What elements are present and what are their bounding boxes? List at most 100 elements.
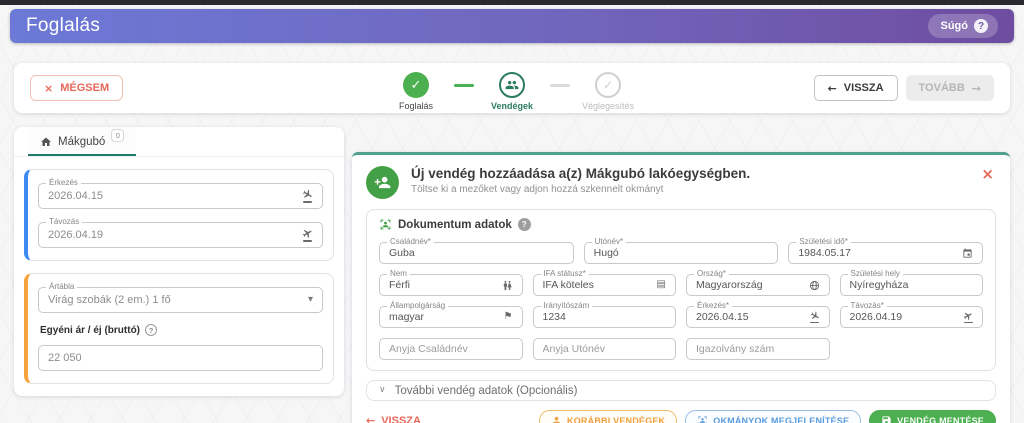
document-scan-icon [379,218,392,231]
field-label: Ország* [694,270,729,278]
check-icon: ✓ [411,79,422,92]
show-documents-button[interactable]: OKMÁNYOK MEGJELENÍTÉSE [685,410,861,423]
price-table-value[interactable] [48,294,303,306]
flight-takeoff-icon [302,228,313,242]
field-label: Állampolgárság [387,302,448,310]
step-vendegek[interactable]: Vendégek [474,72,550,111]
arrival-input[interactable] [48,190,297,202]
help-button[interactable]: Súgó ? [928,14,999,38]
next-button-label: TOVÁBB [919,82,965,94]
gender-field[interactable]: Nem [379,274,523,296]
zip-field: Irányítószám [533,306,677,328]
unit-panel: Mákgubó 0 Érkezés Távozás [14,127,344,396]
custom-price-field [38,345,323,371]
field-label: Születési hely [848,270,903,278]
check-icon: ✓ [603,79,613,91]
guest-panel-title: Új vendég hozzáadása a(z) Mákgubó lakóeg… [411,166,750,181]
departure-field-label: Távozás [46,218,82,226]
close-guest-panel-button[interactable]: × [981,167,994,182]
show-documents-label: OKMÁNYOK MEGJELENÍTÉSE [713,416,849,423]
nationality-input[interactable] [389,311,499,323]
departure-input[interactable] [48,229,297,241]
zip-input[interactable] [543,311,667,323]
field-label: Utónév* [592,238,626,246]
arrow-right-icon: → [972,83,981,94]
empty-cell [840,338,984,360]
given-name-field: Utónév* [584,242,779,264]
stepper-bar: × MÉGSEM ✓ Foglalás Vendégek ✓ Véglegesí… [14,63,1010,113]
country-field[interactable]: Ország* [686,274,830,296]
family-name-input[interactable] [389,247,564,259]
custom-price-input[interactable] [48,352,313,364]
step-veglegesites: ✓ Véglegesítés [570,72,646,111]
mother-given-name-field [533,338,677,360]
guest-departure-input[interactable] [850,311,959,323]
gender-input[interactable] [389,279,497,291]
document-number-input[interactable] [696,343,820,355]
next-button[interactable]: TOVÁBB → [906,75,994,101]
help-icon[interactable]: ? [518,218,531,231]
birth-date-field: Születési idő* [788,242,983,264]
wc-icon [502,280,513,291]
tab-makgubo[interactable]: Mákgubó 0 [28,127,136,156]
guest-panel-footer: ← VISSZA KORÁBBI VENDÉGEK OKMÁNYOK MEGJE… [366,410,996,423]
custom-price-label: Egyéni ár / éj (bruttó) [40,325,140,336]
step-foglalas[interactable]: ✓ Foglalás [378,72,454,111]
guest-panel-header: Új vendég hozzáadása a(z) Mákgubó lakóeg… [366,166,996,199]
save-guest-button[interactable]: VENDÉG MENTÉSE [869,410,996,423]
mother-family-name-input[interactable] [389,343,513,355]
document-row-3: Állampolgárság ⚑ Irányítószám Érkezés* [379,306,983,328]
field-label: Születési idő* [796,238,850,246]
ifa-status-input[interactable] [543,279,652,291]
ifa-status-field[interactable]: IFA státusz* ▤ [533,274,677,296]
birth-place-field: Születési hely [840,274,984,296]
mother-given-name-input[interactable] [543,343,667,355]
close-icon: × [44,83,53,94]
more-guest-data-label: További vendég adatok (Opcionális) [395,385,578,397]
cancel-button[interactable]: × MÉGSEM [30,75,123,101]
chevron-down-icon: ▾ [308,295,313,305]
back-button[interactable]: ← VISSZA [814,75,898,101]
birth-date-input[interactable] [798,247,957,259]
mother-family-name-field [379,338,523,360]
guest-panel-subtitle: Töltse ki a mezőket vagy adjon hozzá szk… [411,184,750,195]
field-label: Érkezés* [694,302,732,310]
calendar-icon[interactable] [962,248,973,259]
document-row-1: Családnév* Utónév* Születési idő* [379,242,983,264]
guest-arrival-field: Érkezés* [686,306,830,328]
document-row-4 [379,338,983,360]
guest-departure-field: Távozás* [840,306,984,328]
nationality-field[interactable]: Állampolgárság ⚑ [379,306,523,328]
save-guest-label: VENDÉG MENTÉSE [897,416,984,423]
arrow-left-icon: ← [366,415,375,423]
save-icon [881,415,892,423]
arrow-left-icon: ← [828,83,837,94]
more-guest-data-toggle[interactable]: ∨ További vendég adatok (Opcionális) [366,380,996,401]
price-table-select[interactable]: Ártábla ▾ [38,287,323,313]
step-connector [550,84,570,87]
guest-back-link[interactable]: ← VISSZA [366,415,421,423]
guest-panel-titles: Új vendég hozzáadása a(z) Mákgubó lakóeg… [411,166,750,195]
pricing-card: Ártábla ▾ Egyéni ár / éj (bruttó) ? [24,273,334,384]
previous-guests-button[interactable]: KORÁBBI VENDÉGEK [539,410,677,423]
document-number-field [686,338,830,360]
step-label: Foglalás [399,101,433,111]
field-label: IFA státusz* [541,270,589,278]
document-data-section: Dokumentum adatok ? Családnév* Utónév* S… [366,209,996,371]
document-data-header: Dokumentum adatok ? [379,218,983,231]
country-input[interactable] [696,279,804,291]
departure-field: Távozás [38,222,323,248]
flight-land-icon [302,189,313,203]
given-name-input[interactable] [594,247,769,259]
arrival-field: Érkezés [38,183,323,209]
tax-status-icon: ▤ [657,280,666,290]
previous-guests-label: KORÁBBI VENDÉGEK [567,416,665,423]
new-guest-panel: × Új vendég hozzáadása a(z) Mákgubó lakó… [352,152,1010,423]
birth-place-input[interactable] [850,279,974,291]
family-name-field: Családnév* [379,242,574,264]
dates-card: Érkezés Távozás [24,169,334,261]
info-icon[interactable]: ? [145,324,157,336]
flight-land-icon [810,311,820,324]
guest-arrival-input[interactable] [696,311,805,323]
flag-icon: ⚑ [504,312,513,322]
